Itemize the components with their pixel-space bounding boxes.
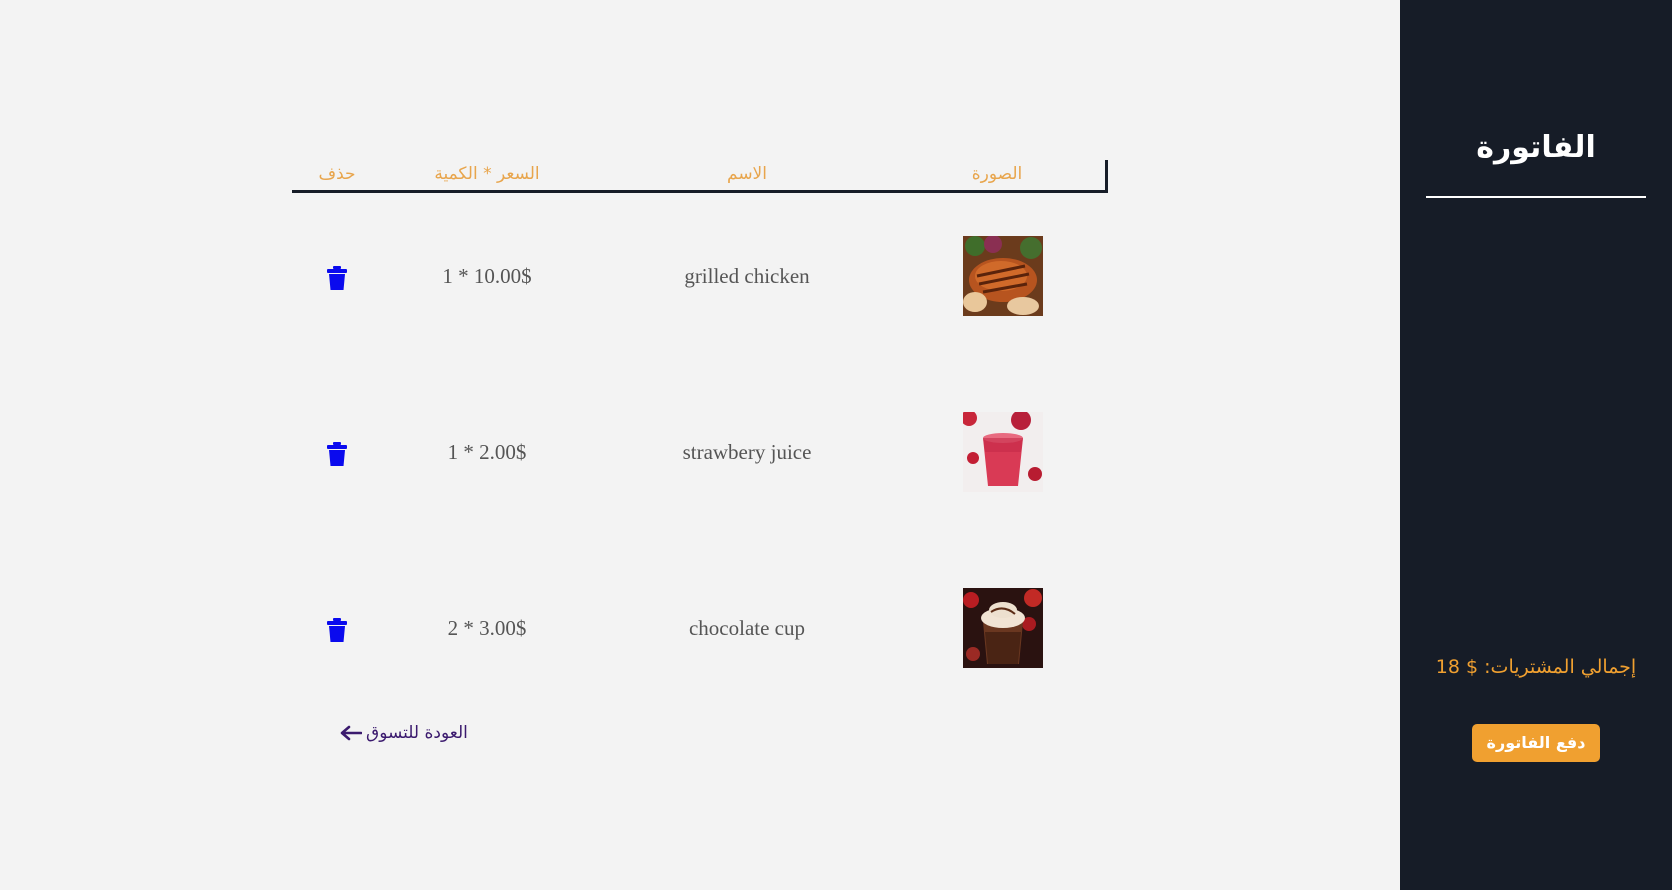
invoice-title: الفاتورة	[1476, 130, 1596, 165]
header-name: الاسم	[727, 164, 767, 184]
product-name: grilled chicken	[684, 264, 810, 288]
table-row: strawbery juice 1 * 2.00$	[292, 412, 1108, 492]
title-divider	[1426, 196, 1646, 198]
back-to-shopping-link[interactable]: العودة للتسوق	[340, 720, 468, 746]
arrow-left-icon	[340, 725, 362, 741]
delete-button[interactable]	[323, 616, 351, 644]
trash-icon	[327, 266, 347, 290]
table-row: chocolate cup 2 * 3.00$	[292, 588, 1108, 668]
product-price-qty: 1 * 10.00$	[442, 264, 532, 288]
header-image: الصورة	[971, 164, 1023, 184]
product-name: chocolate cup	[688, 616, 806, 640]
delete-button[interactable]	[323, 264, 351, 292]
pay-invoice-button[interactable]: دفع الفاتورة	[1472, 724, 1600, 762]
strawberry-juice-image	[963, 412, 1043, 492]
grilled-chicken-image	[963, 236, 1043, 316]
product-name: strawbery juice	[682, 440, 812, 464]
product-price-qty: 2 * 3.00$	[447, 616, 527, 640]
product-price-qty: 1 * 2.00$	[447, 440, 527, 464]
header-price-qty: السعر * الكمية	[434, 164, 540, 184]
delete-button[interactable]	[323, 440, 351, 468]
trash-icon	[327, 618, 347, 642]
purchases-total: إجمالي المشتريات: $ 18	[1435, 656, 1637, 678]
table-row: grilled chicken 1 * 10.00$	[292, 236, 1108, 316]
cart-table-header: الصورة الاسم السعر * الكمية حذف	[292, 160, 1108, 193]
back-link-label: العودة للتسوق	[366, 723, 468, 743]
chocolate-cup-image	[963, 588, 1043, 668]
invoice-sidebar: الفاتورة إجمالي المشتريات: $ 18 دفع الفا…	[1400, 0, 1672, 890]
header-delete: حذف	[318, 164, 356, 184]
trash-icon	[327, 442, 347, 466]
